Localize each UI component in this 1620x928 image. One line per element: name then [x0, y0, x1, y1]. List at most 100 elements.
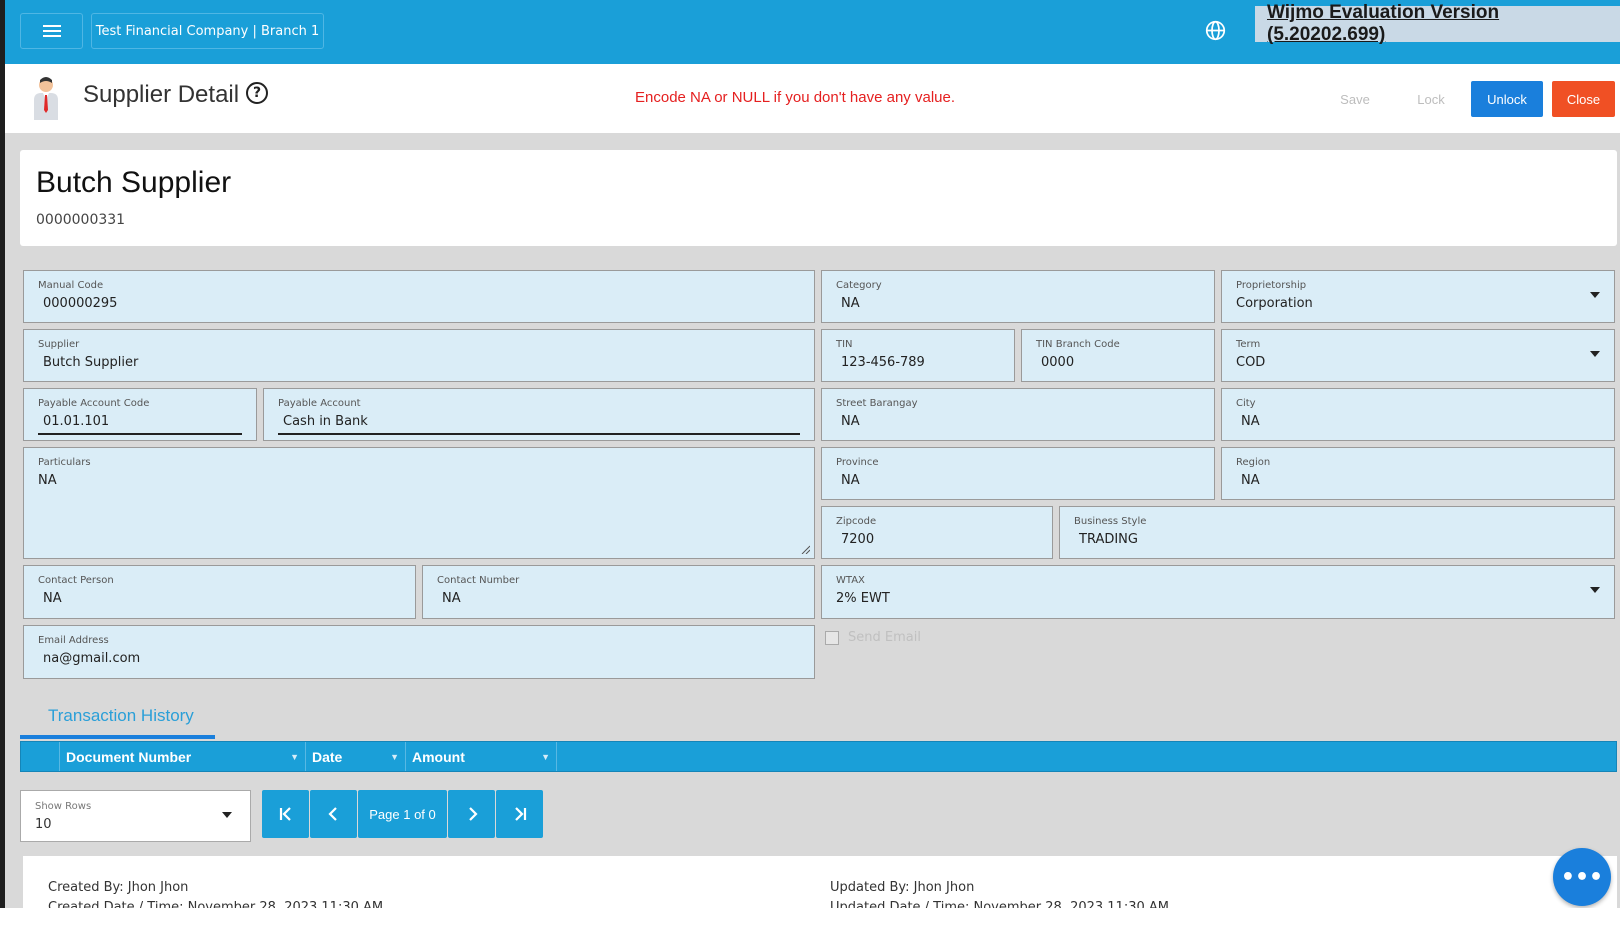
- email-address-field[interactable]: Email Address na@gmail.com: [23, 625, 815, 679]
- globe-icon[interactable]: [1205, 20, 1226, 41]
- payable-account-code-field[interactable]: Payable Account Code 01.01.101: [23, 388, 257, 441]
- supplier-avatar-icon: [34, 77, 58, 120]
- updated-by: Updated By: Jhon Jhon: [830, 880, 975, 895]
- field-value: Cash in Bank: [283, 414, 368, 429]
- close-button[interactable]: Close: [1552, 81, 1615, 117]
- updated-date: Updated Date / Time: November 28, 2023 1…: [830, 900, 1169, 908]
- field-label: Contact Number: [437, 575, 520, 586]
- page-title: Supplier Detail: [83, 81, 240, 108]
- top-navbar: Test Financial Company | Branch 1 Wijmo …: [5, 0, 1620, 64]
- field-label: TIN Branch Code: [1036, 339, 1120, 350]
- tab-transaction-history[interactable]: Transaction History: [20, 700, 215, 739]
- grid-row-header: [21, 742, 60, 771]
- field-value: na@gmail.com: [43, 651, 141, 666]
- region-field[interactable]: Region NA: [1221, 447, 1615, 500]
- created-date: Created Date / Time: November 28, 2023 1…: [48, 900, 384, 908]
- filter-icon[interactable]: ▼: [390, 752, 399, 762]
- next-page-button[interactable]: [448, 790, 495, 838]
- chevron-down-icon[interactable]: [222, 812, 232, 818]
- field-value: NA: [442, 591, 461, 606]
- supplier-summary-card: Butch Supplier 0000000331: [20, 150, 1617, 246]
- company-branch-selector[interactable]: Test Financial Company | Branch 1: [91, 13, 324, 49]
- first-page-icon: [279, 807, 291, 821]
- lock-button[interactable]: Lock: [1401, 81, 1461, 117]
- transaction-grid-header: Document Number ▼ Date ▼ Amount ▼: [20, 741, 1617, 772]
- contact-number-field[interactable]: Contact Number NA: [422, 565, 815, 619]
- field-value: NA: [841, 414, 860, 429]
- column-date[interactable]: Date ▼: [306, 742, 406, 771]
- last-page-button[interactable]: [496, 790, 543, 838]
- filter-icon[interactable]: ▼: [290, 752, 299, 762]
- field-label: Proprietorship: [1236, 280, 1307, 291]
- unlock-button[interactable]: Unlock: [1471, 81, 1543, 117]
- wtax-select[interactable]: WTAX 2% EWT: [821, 565, 1615, 619]
- manual-code-field[interactable]: Manual Code 000000295: [23, 270, 815, 323]
- field-value: COD: [1236, 355, 1266, 370]
- field-value: NA: [38, 473, 57, 488]
- field-value: NA: [1241, 414, 1260, 429]
- save-button[interactable]: Save: [1325, 81, 1385, 117]
- category-field[interactable]: Category NA: [821, 270, 1215, 323]
- column-label: Document Number: [66, 748, 192, 765]
- column-document-number[interactable]: Document Number ▼: [60, 742, 306, 771]
- column-amount[interactable]: Amount ▼: [406, 742, 557, 771]
- payable-account-field[interactable]: Payable Account Cash in Bank: [263, 388, 815, 441]
- field-value: 10: [35, 817, 52, 832]
- province-field[interactable]: Province NA: [821, 447, 1215, 500]
- notice-message: Encode NA or NULL if you don't have any …: [635, 89, 956, 106]
- field-label: Manual Code: [38, 280, 104, 291]
- field-label: Region: [1236, 457, 1271, 468]
- field-label: Particulars: [38, 457, 91, 468]
- field-value: NA: [841, 296, 860, 311]
- filter-icon[interactable]: ▼: [541, 752, 550, 762]
- input-underline: [278, 433, 800, 435]
- field-value: Butch Supplier: [43, 355, 139, 370]
- more-actions-button[interactable]: •••: [1553, 848, 1611, 906]
- chevron-left-icon: [327, 807, 337, 821]
- proprietorship-select[interactable]: Proprietorship Corporation: [1221, 270, 1615, 323]
- field-value: 0000: [1041, 355, 1075, 370]
- tin-field[interactable]: TIN 123-456-789: [821, 329, 1015, 382]
- particulars-textarea[interactable]: Particulars NA: [23, 447, 815, 559]
- created-by: Created By: Jhon Jhon: [48, 880, 189, 895]
- field-label: Supplier: [38, 339, 80, 350]
- column-label: Amount: [412, 748, 465, 765]
- street-barangay-field[interactable]: Street Barangay NA: [821, 388, 1215, 441]
- field-value: TRADING: [1079, 532, 1138, 547]
- hamburger-icon: [42, 25, 61, 37]
- chevron-down-icon[interactable]: [1590, 351, 1600, 357]
- supplier-name: Butch Supplier: [36, 166, 232, 199]
- field-label: Show Rows: [35, 801, 92, 812]
- zipcode-field[interactable]: Zipcode 7200: [821, 506, 1053, 559]
- send-email-option[interactable]: Send Email: [825, 630, 921, 645]
- app-window: Test Financial Company | Branch 1 Wijmo …: [0, 0, 1620, 908]
- field-value: 123-456-789: [841, 355, 925, 370]
- resize-handle-icon[interactable]: [800, 544, 810, 554]
- supplier-code: 0000000331: [36, 212, 126, 228]
- show-rows-select[interactable]: Show Rows 10: [20, 790, 251, 842]
- first-page-button[interactable]: [262, 790, 309, 838]
- field-value: 000000295: [43, 296, 118, 311]
- previous-page-button[interactable]: [310, 790, 357, 838]
- field-label: Email Address: [38, 635, 109, 646]
- field-value: NA: [1241, 473, 1260, 488]
- field-label: City: [1236, 398, 1256, 409]
- page-indicator-label: Page 1 of 0: [369, 806, 436, 822]
- page-header: Supplier Detail ? Encode NA or NULL if y…: [5, 64, 1620, 133]
- term-select[interactable]: Term COD: [1221, 329, 1615, 382]
- audit-footer: Created By: Jhon Jhon Created Date / Tim…: [23, 856, 1617, 908]
- field-value: 2% EWT: [836, 591, 890, 606]
- chevron-down-icon[interactable]: [1590, 587, 1600, 593]
- tab-label: Transaction History: [48, 706, 194, 725]
- supplier-field[interactable]: Supplier Butch Supplier: [23, 329, 815, 382]
- chevron-right-icon: [468, 807, 478, 821]
- business-style-field[interactable]: Business Style TRADING: [1059, 506, 1615, 559]
- chevron-down-icon[interactable]: [1590, 292, 1600, 298]
- help-icon[interactable]: ?: [246, 82, 268, 104]
- field-label: TIN: [836, 339, 853, 350]
- menu-button[interactable]: [20, 13, 83, 49]
- city-field[interactable]: City NA: [1221, 388, 1615, 441]
- contact-person-field[interactable]: Contact Person NA: [23, 565, 416, 619]
- tin-branch-code-field[interactable]: TIN Branch Code 0000: [1021, 329, 1215, 382]
- send-email-checkbox[interactable]: [825, 630, 839, 645]
